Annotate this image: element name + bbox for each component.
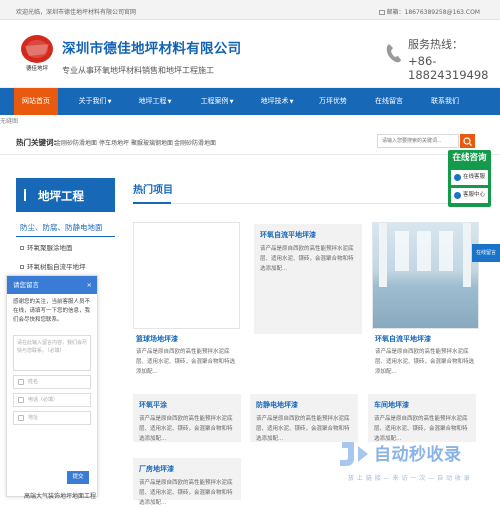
section-title: 热门项目	[133, 185, 173, 196]
message-textarea[interactable]: 请在此输入留言内容，我们会尽快与您联系。（必填）	[13, 335, 91, 371]
product-desc: 该产品是原自西欧的高性能预拌水泥底层、适用水泥、镁砖，会混聚合物和特选添加配..…	[139, 480, 233, 506]
hotline-label: 服务热线：	[408, 38, 463, 51]
watermark-subtitle: 放 上 链 接 — 来 访 一 次 — 自 动 收 录	[348, 475, 471, 482]
chat-icon	[454, 174, 461, 181]
nav-item-message[interactable]: 在线留言	[364, 88, 414, 115]
banner-image-alt: 无缝图	[0, 118, 19, 125]
nav-item-contact[interactable]: 联系我们	[420, 88, 470, 115]
bullet-icon	[20, 265, 24, 269]
product-image[interactable]	[133, 222, 240, 329]
product-card[interactable]: 厂房地坪漆 该产品是原自西欧的高性能预拌水泥底层、适用水泥、镁砖，会混聚合物和特…	[133, 458, 241, 506]
phone-icon	[386, 44, 401, 63]
nav-item-home[interactable]: 网站首页	[14, 88, 58, 115]
message-popup: 请您留言 × 感谢您的关注，当前客服人员不在线，请填写一下您的信息，我们会尽快和…	[6, 275, 98, 497]
product-title[interactable]: 环氧自流平地坪漆	[260, 230, 356, 240]
hot-keyword-link[interactable]: 金刚砂防滑地面	[55, 138, 97, 147]
product-card[interactable]: 车间地坪漆 该产品是原自西欧的高性能预拌水泥底层、适用水泥、镁砖，会混聚合物和特…	[368, 394, 476, 442]
hot-keyword-link[interactable]: 金刚砂防滑地面	[174, 138, 216, 147]
chevron-down-icon: ▼	[289, 99, 294, 105]
watermark-logo	[340, 442, 368, 466]
product-card[interactable]: 篮球场地坪漆 该产品是原自西欧的高性能预拌水泥底层、适用水泥、镁砖，会混聚合物和…	[133, 222, 240, 377]
online-consult-widget: 在线咨询 在线客服 客服中心	[448, 150, 491, 207]
nav-item-floor-engineering[interactable]: 地坪工程▼	[130, 88, 180, 115]
product-title[interactable]: 厂房地坪漆	[139, 464, 235, 474]
popup-message: 感谢您的关注，当前客服人员不在线，请填写一下您的信息，我们会尽快和您联系。	[13, 299, 91, 323]
hotline-number: +86-18824319498	[408, 54, 489, 82]
phone-field[interactable]: 电话（必填）	[13, 393, 91, 407]
product-desc: 该产品是原自西欧的高性能预拌水泥底层、适用水泥、镁砖，会混聚合物和特选添加配..…	[139, 416, 233, 442]
nav-item-about[interactable]: 关于我们▼	[70, 88, 120, 115]
watermark: 自动秒收录 放 上 链 接 — 来 访 一 次 — 自 动 收 录	[336, 438, 486, 488]
search-icon	[463, 137, 472, 146]
sidebar-divider	[16, 236, 115, 237]
company-logo[interactable]: 德佳地坪	[17, 32, 57, 74]
product-title[interactable]: 防静电地坪漆	[256, 400, 352, 410]
sidebar-title: 地坪工程	[38, 189, 84, 203]
sidebar-subitem[interactable]: 环氧树脂自流平地坪	[20, 261, 86, 271]
search-input[interactable]	[377, 134, 459, 148]
hot-keywords-label: 热门关键词:	[16, 138, 57, 147]
mail-icon	[378, 10, 385, 15]
company-name: 深圳市德佳地坪材料有限公司	[62, 41, 242, 57]
product-card[interactable]: 环氧平涂 该产品是原自西欧的高性能预拌水泥底层、适用水泥、镁砖，会混聚合物和特选…	[133, 394, 241, 442]
site-header: 德佳地坪 深圳市德佳地坪材料有限公司 专业从事环氧地坪材料销售和地坪工程施工 服…	[0, 20, 500, 88]
submit-button[interactable]: 提交	[67, 471, 89, 484]
user-icon	[18, 379, 24, 385]
section-divider-accent	[133, 202, 171, 204]
consult-online-service[interactable]: 在线客服	[451, 170, 488, 185]
chevron-down-icon: ▼	[107, 99, 112, 105]
product-card[interactable]: 防静电地坪漆 该产品是原自西欧的高性能预拌水泥底层、适用水泥、镁砖，会混聚合物和…	[250, 394, 358, 442]
hot-keyword-link[interactable]: 停车场地坪	[99, 138, 129, 147]
logo-text: 德佳地坪	[26, 64, 49, 72]
chevron-down-icon: ▼	[167, 99, 172, 105]
location-icon	[18, 415, 24, 421]
nav-item-advantages[interactable]: 万坪优势	[308, 88, 358, 115]
email-info: 邮箱：18676389258@163.COM	[378, 7, 480, 16]
bullet-icon	[20, 246, 24, 250]
product-title[interactable]: 环氧自流平地坪漆	[375, 334, 476, 344]
product-card[interactable]: 环氧自流平地坪漆 该产品是原自西欧的高性能预拌水泥底层、适用水泥、镁砖，会混聚合…	[372, 222, 479, 377]
product-desc: 该产品是原自西欧的高性能预拌水泥底层、适用水泥、镁砖，会混聚合物和特选添加配..…	[260, 246, 354, 272]
product-image[interactable]	[372, 222, 479, 329]
name-field[interactable]: 姓名	[13, 375, 91, 389]
welcome-text: 欢迎光临，深圳市德佳地坪材料有限公司官网	[16, 9, 137, 16]
phone-small-icon	[18, 397, 24, 403]
nav-item-cases[interactable]: 工程案例▼	[192, 88, 242, 115]
product-desc: 该产品是原自西欧的高性能预拌水泥底层、适用水泥、镁砖，会混聚合物和特选添加配..…	[375, 349, 475, 375]
popup-title: 请您留言	[13, 281, 39, 289]
email-text: 邮箱：18676389258@163.COM	[386, 9, 480, 16]
watermark-title: 自动秒收录	[374, 445, 462, 465]
product-desc: 该产品是原自西欧的高性能预拌水泥底层、适用水泥、镁砖，会混聚合物和特选添加配..…	[136, 349, 236, 375]
popup-header: 请您留言 ×	[7, 276, 97, 294]
consult-service-center[interactable]: 客服中心	[451, 188, 488, 203]
product-title[interactable]: 环氧平涂	[139, 400, 235, 410]
close-icon[interactable]: ×	[87, 276, 92, 294]
consult-title: 在线咨询	[452, 153, 487, 163]
message-tab[interactable]: 在线留言	[472, 244, 500, 262]
sidebar-category[interactable]: 防尘、防腐、防静电地面	[20, 222, 103, 233]
search-button[interactable]	[460, 134, 475, 148]
nav-item-technology[interactable]: 地坪技术▼	[252, 88, 302, 115]
sidebar-subitem[interactable]: 环氧聚脲涂地面	[20, 242, 73, 252]
product-title[interactable]: 篮球场地坪漆	[136, 334, 237, 344]
bottom-link[interactable]: 高端大气装饰地坪地面工程	[24, 491, 96, 500]
headset-icon	[454, 192, 461, 199]
sidebar-header-bar	[24, 189, 26, 201]
product-card[interactable]: 环氧自流平地坪漆 该产品是原自西欧的高性能预拌水泥底层、适用水泥、镁砖，会混聚合…	[254, 224, 362, 334]
hot-keyword-link[interactable]: 聚脲玻璃钢地面	[131, 138, 173, 147]
sidebar-header: 地坪工程	[16, 178, 115, 212]
product-title[interactable]: 车间地坪漆	[374, 400, 470, 410]
section-divider	[133, 203, 485, 204]
slogan: 专业从事环氧地坪材料销售和地坪工程施工	[62, 66, 214, 75]
top-bar: 欢迎光临，深圳市德佳地坪材料有限公司官网 邮箱：18676389258@163.…	[0, 0, 500, 20]
chevron-down-icon: ▼	[229, 99, 234, 105]
address-field[interactable]: 地址	[13, 411, 91, 425]
main-nav: 网站首页 关于我们▼ 地坪工程▼ 工程案例▼ 地坪技术▼ 万坪优势 在线留言 联…	[0, 88, 500, 115]
